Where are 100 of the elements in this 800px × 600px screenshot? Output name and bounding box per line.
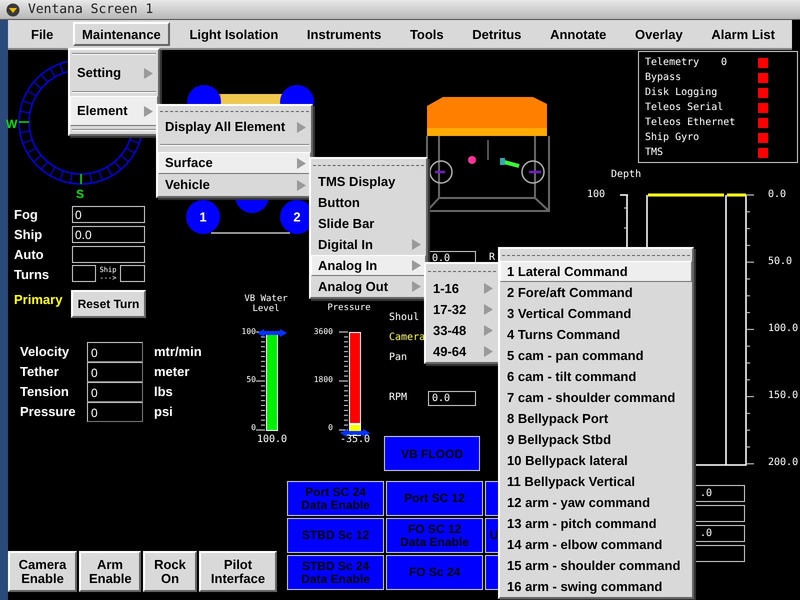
menu-entry[interactable]: Slide Bar bbox=[311, 213, 426, 234]
menu-entry-label: 10 Bellypack lateral bbox=[507, 452, 628, 470]
panel-button[interactable]: Arm Enable bbox=[79, 551, 141, 592]
menu-item[interactable]: File bbox=[22, 22, 62, 46]
field-label: Auto bbox=[14, 248, 44, 261]
menu-entry[interactable]: 13 arm - pitch command bbox=[500, 513, 692, 534]
input-field[interactable] bbox=[72, 265, 96, 282]
menu-entry[interactable]: Analog Out bbox=[311, 276, 426, 297]
menu-entry[interactable]: Element bbox=[70, 96, 158, 126]
menu-item[interactable]: Overlay bbox=[626, 22, 692, 46]
menu-entry-label: 6 cam - tilt command bbox=[507, 368, 636, 386]
menu-entry-label: 1 Lateral Command bbox=[507, 262, 628, 281]
input-field[interactable]: 0 bbox=[87, 362, 143, 382]
alarm-value: 0 bbox=[721, 58, 728, 68]
panel-button[interactable]: Camera Enable bbox=[8, 551, 77, 592]
menu-entry-label: Display All Element bbox=[165, 118, 286, 136]
menu-entry[interactable]: Setting bbox=[70, 58, 158, 88]
submenu-arrow-icon bbox=[412, 239, 421, 250]
menu-item[interactable]: Tools bbox=[400, 22, 453, 46]
menu-entry[interactable]: 33-48 bbox=[426, 320, 498, 341]
menu-entry[interactable]: 1 Lateral Command bbox=[500, 261, 692, 282]
input-field[interactable] bbox=[72, 246, 145, 263]
gauge-title: Depth bbox=[611, 170, 642, 180]
input-field[interactable]: 0 bbox=[87, 342, 143, 362]
tear-off-line[interactable] bbox=[502, 254, 690, 256]
menu-item[interactable]: Annotate bbox=[541, 22, 616, 46]
menu-entry[interactable]: 8 Bellypack Port bbox=[500, 408, 692, 429]
menu-entry[interactable]: 10 Bellypack lateral bbox=[500, 450, 692, 471]
menu-entry-label: 8 Bellypack Port bbox=[507, 410, 608, 428]
submenu-arrow-icon bbox=[484, 346, 493, 357]
menu-entry-label: Analog Out bbox=[318, 278, 388, 296]
menu-entry[interactable]: 14 arm - elbow command bbox=[500, 534, 692, 555]
scale-label: 100.0 bbox=[768, 324, 798, 334]
menu-entry[interactable]: TMS Display bbox=[311, 171, 426, 192]
input-field[interactable] bbox=[120, 265, 145, 282]
menu-entry[interactable]: 9 Bellypack Stbd bbox=[500, 429, 692, 450]
menu-item[interactable]: Detritus bbox=[463, 22, 530, 46]
gauge-title: Pressure bbox=[326, 303, 372, 313]
menu-entry[interactable]: 11 Bellypack Vertical bbox=[500, 471, 692, 492]
input-field[interactable]: 0 bbox=[87, 402, 143, 422]
menu-entry[interactable]: Button bbox=[311, 192, 426, 213]
menu-item[interactable]: Light Isolation bbox=[180, 22, 288, 46]
scale-label: 150.0 bbox=[768, 391, 798, 401]
menu-entry[interactable]: 3 Vertical Command bbox=[500, 303, 692, 324]
menu-entry-label: 33-48 bbox=[433, 322, 466, 340]
thruster-label: 2 bbox=[293, 210, 301, 224]
menu-entry[interactable]: 12 arm - yaw command bbox=[500, 492, 692, 513]
tear-off-line[interactable] bbox=[160, 110, 309, 112]
menu-entry-label: Digital In bbox=[318, 236, 373, 254]
scale-label: 200.0 bbox=[768, 458, 798, 468]
tear-off-line[interactable] bbox=[313, 164, 424, 166]
menu-item[interactable]: Instruments bbox=[298, 22, 390, 46]
menu-entry[interactable]: 15 arm - shoulder command bbox=[500, 555, 692, 576]
alarm-label: Ship Gyro bbox=[645, 133, 700, 143]
submenu-arrow-icon bbox=[484, 283, 493, 294]
panel-button[interactable]: Pilot Interface bbox=[199, 551, 277, 592]
alarm-label: Bypass bbox=[645, 73, 682, 83]
menu-entry[interactable]: 49-64 bbox=[426, 341, 498, 362]
menu-item[interactable]: Alarm List bbox=[702, 22, 784, 46]
input-field[interactable]: 0 bbox=[87, 382, 143, 402]
menu-entry[interactable]: 5 cam - pan command bbox=[500, 345, 692, 366]
tick-label: 100 bbox=[587, 190, 606, 200]
menu-entry[interactable]: Display All Element bbox=[158, 116, 311, 138]
menu-item[interactable]: Maintenance bbox=[73, 22, 170, 46]
unit-label: mtr/min bbox=[154, 345, 202, 358]
panel-button[interactable]: Rock On bbox=[143, 551, 197, 592]
compass-label: W bbox=[6, 118, 18, 130]
menu-entry[interactable]: Digital In bbox=[311, 234, 426, 255]
menu-entry[interactable]: 6 cam - tilt command bbox=[500, 366, 692, 387]
reset-turn-button[interactable]: Reset Turn bbox=[71, 290, 146, 318]
tick-label: 1800 bbox=[312, 376, 333, 384]
alarm-label: TMS bbox=[645, 148, 664, 158]
submenu-arrow-icon bbox=[144, 68, 153, 78]
menu-entry-label: 7 cam - shoulder command bbox=[507, 388, 676, 407]
menu-entry-label: Slide Bar bbox=[318, 214, 374, 233]
menu-entry[interactable]: 7 cam - shoulder command bbox=[500, 387, 692, 408]
alarm-label: Teleos Ethernet bbox=[645, 118, 736, 128]
alarm-label: Teleos Serial bbox=[645, 103, 724, 113]
alarm-label: Telemetry bbox=[645, 58, 700, 68]
menu-entry[interactable]: 1-16 bbox=[426, 278, 498, 299]
menu-entry[interactable]: Analog In bbox=[311, 255, 426, 276]
menu-entry[interactable]: Surface bbox=[158, 152, 311, 174]
input-field[interactable]: 0 bbox=[72, 206, 145, 223]
menu-entry-label: 12 arm - yaw command bbox=[507, 494, 650, 512]
menu-entry[interactable]: 2 Fore/aft Command bbox=[500, 282, 692, 303]
menu-entry-label: Vehicle bbox=[165, 176, 210, 194]
menu-entry[interactable]: 4 Turns Command bbox=[500, 324, 692, 345]
menu-entry[interactable]: 17-32 bbox=[426, 299, 498, 320]
menu-entry[interactable]: Vehicle bbox=[158, 174, 311, 196]
tick-label: 0 bbox=[327, 424, 333, 432]
submenu-arrow-icon bbox=[484, 304, 493, 315]
field-label: Velocity bbox=[20, 345, 70, 358]
tick-label: 100 bbox=[240, 328, 256, 336]
field-label: Turns bbox=[14, 268, 50, 281]
window-menu-icon bbox=[6, 3, 20, 17]
menu-entry[interactable]: 16 arm - swing command bbox=[500, 576, 692, 597]
tear-off-line[interactable] bbox=[428, 270, 496, 272]
input-field[interactable]: 0.0 bbox=[72, 226, 145, 243]
menu-entry-label: 2 Fore/aft Command bbox=[507, 284, 633, 302]
field-label: Pressure bbox=[20, 405, 76, 418]
